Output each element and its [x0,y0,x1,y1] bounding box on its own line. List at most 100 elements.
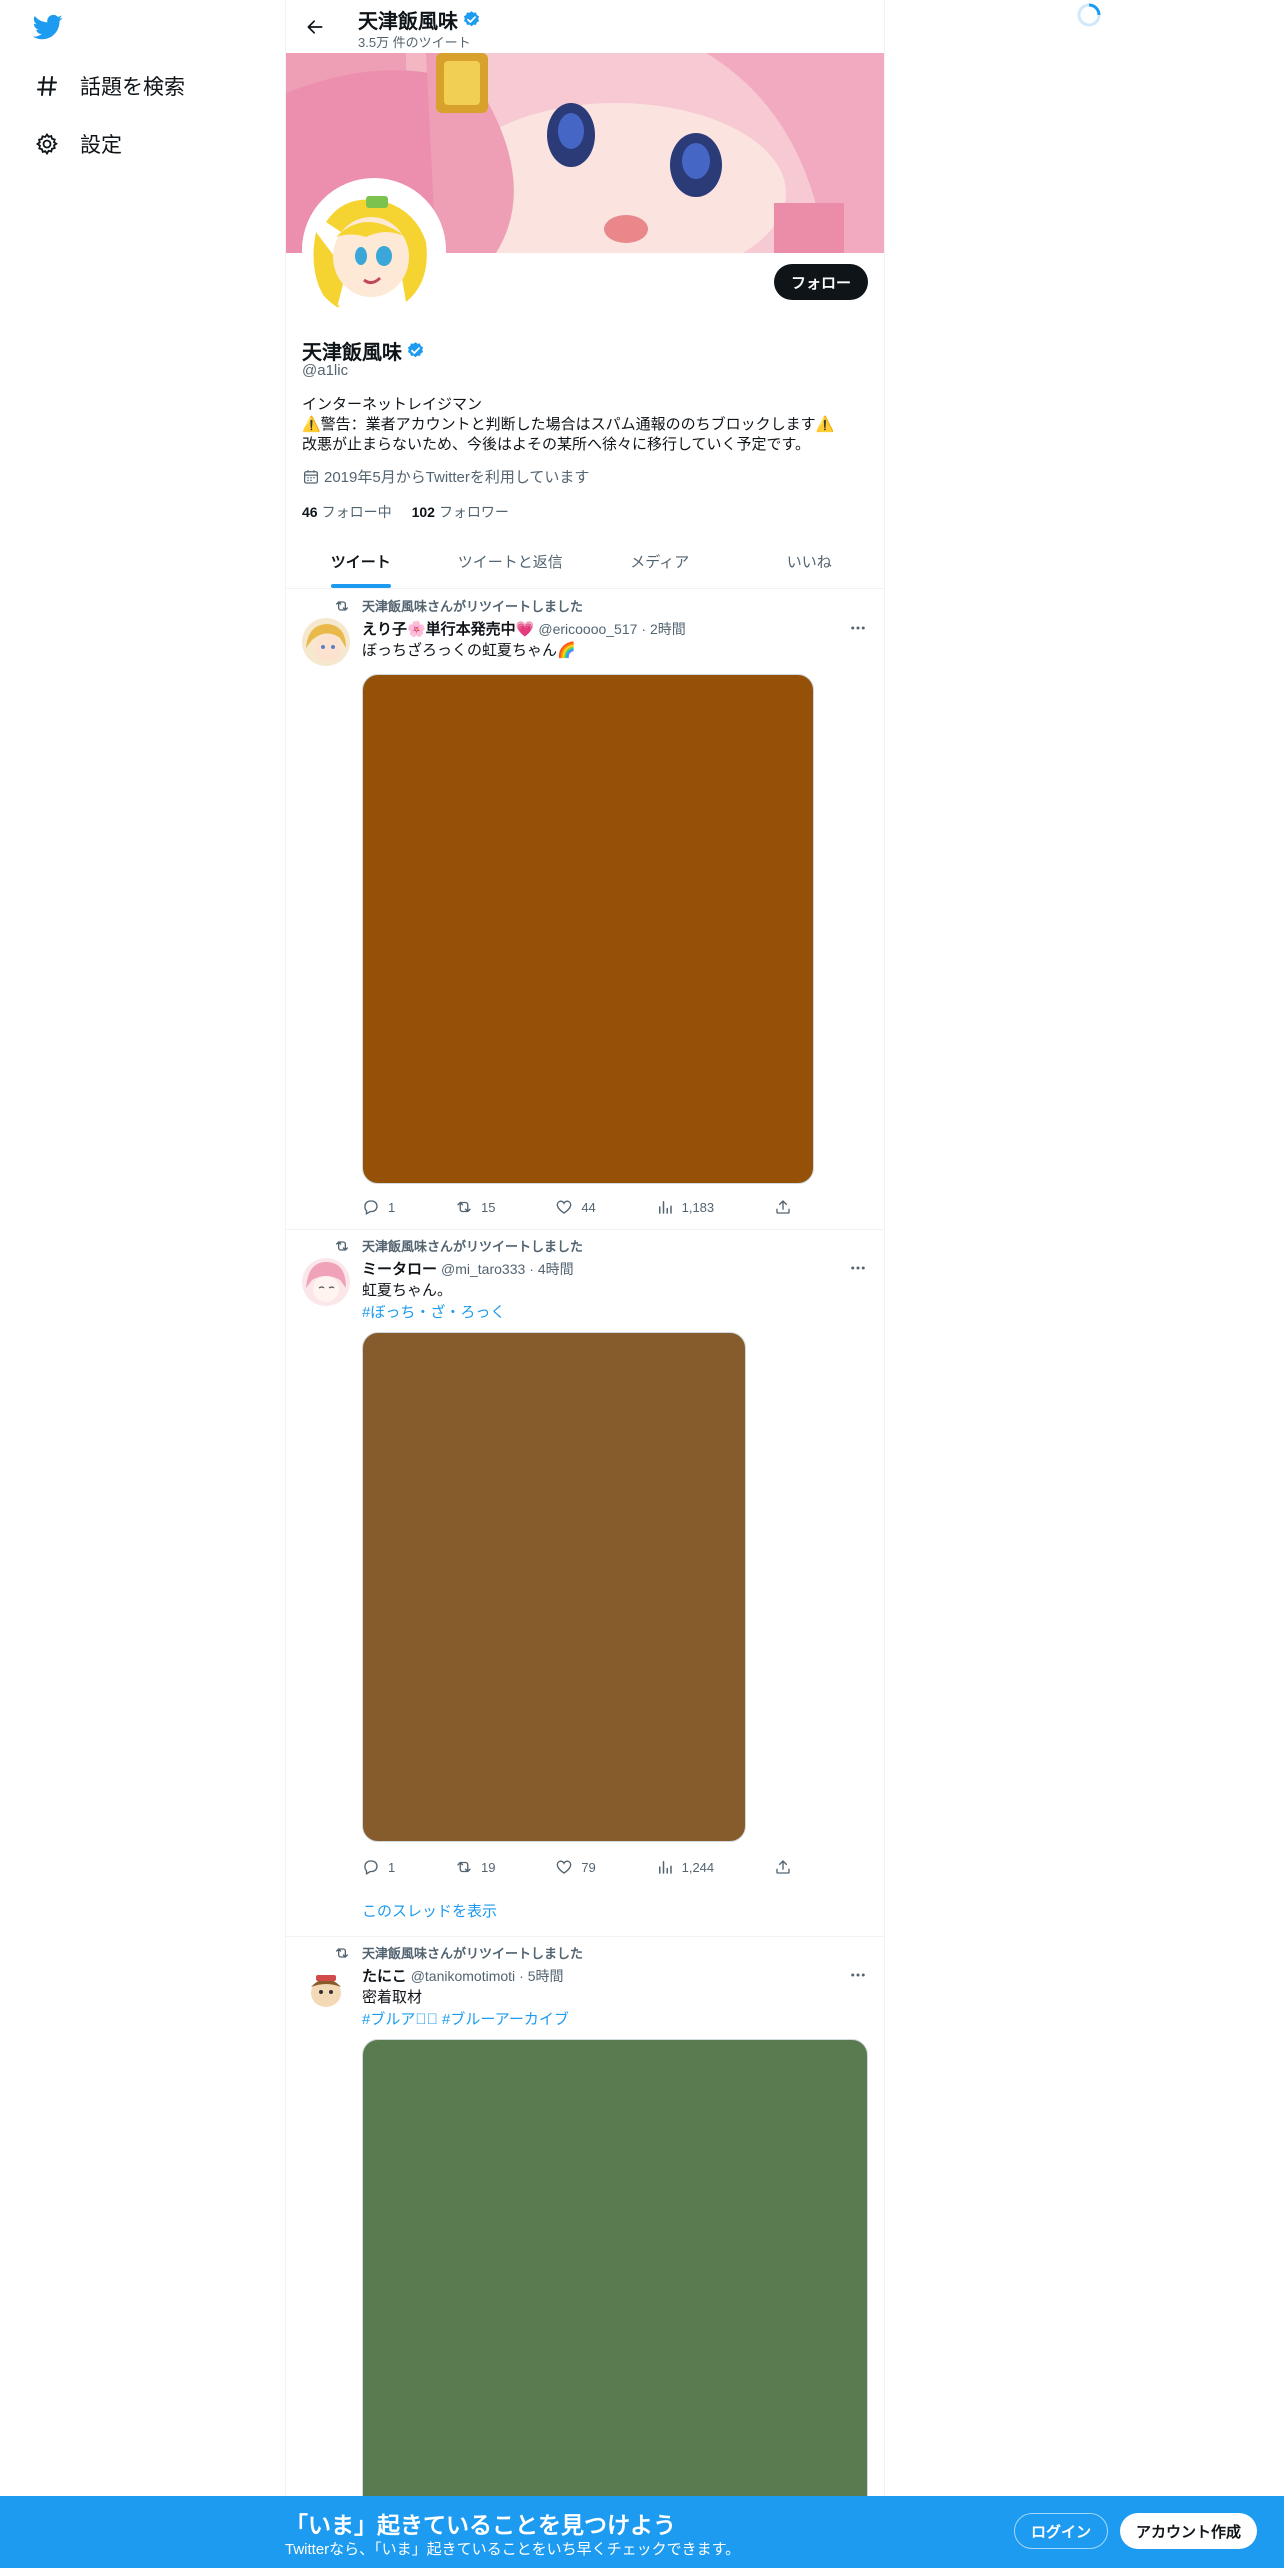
tweet-author-name[interactable]: ミータロー [362,1258,437,1279]
tweet-media[interactable] [362,2039,868,2519]
tweet-time[interactable]: · 4時間 [529,1259,573,1279]
tweet-actions: 1 19 79 1,244 [362,1858,792,1876]
heart-icon [556,1200,572,1214]
more-dots-icon [851,1973,865,1977]
tweet-time[interactable]: · 2時間 [641,619,685,639]
tweet-hashtag-link[interactable]: #ぼっち・ざ・ろっく [362,1301,505,1322]
profile-joined-date: 2019年5月からTwitterを利用しています [302,466,589,487]
tab-media[interactable]: メディア [585,535,735,588]
retweet-button[interactable]: 15 [455,1198,496,1216]
back-button[interactable] [298,10,332,44]
tweet-text: ぼっちざろっくの虹夏ちゃん🌈 [362,642,576,659]
verified-badge-icon [463,11,480,27]
sidebar-item-explore[interactable]: 話題を検索 [34,66,185,106]
profile-name: 天津飯風味 [302,336,425,365]
profile-handle: @a1lic [302,362,349,379]
tweet-author-handle[interactable]: @mi_taro333 [441,1261,525,1277]
retweet-icon [457,1861,471,1873]
more-dots-icon [851,626,865,630]
share-icon [776,1860,790,1874]
sidebar-item-label: 話題を検索 [80,76,185,99]
twitter-bird-icon[interactable] [31,12,65,42]
reply-icon [364,1200,378,1215]
reply-button[interactable]: 1 [362,1858,395,1876]
tweet[interactable]: 天津飯風味さんがリツイートしました えり子🌸単行本発売中💗 @ericoooo_… [286,590,884,1230]
tweet-header: えり子🌸単行本発売中💗 @ericoooo_517 · 2時間 [362,618,686,639]
retweet-context: 天津飯風味さんがリツイートしました [334,1236,583,1255]
avatar-image [302,1965,350,2013]
tab-tweets[interactable]: ツイート [286,535,436,588]
followers-link[interactable]: 102 フォロワー [412,502,509,522]
views-button[interactable]: 1,183 [656,1198,714,1216]
tweet-text: 密着取材 [362,1989,423,2006]
tweet-author-name[interactable]: たにこ [362,1965,407,1986]
reply-icon [364,1860,378,1875]
calendar-icon [303,469,319,484]
retweet-icon [336,1240,348,1251]
arrow-left-icon [307,20,323,34]
following-link[interactable]: 46 フォロー中 [302,502,392,522]
share-button[interactable] [774,1858,792,1876]
avatar[interactable] [302,618,350,666]
tweet-author-handle[interactable]: @tanikomotimoti [411,1968,515,1984]
tab-tweets-and-replies[interactable]: ツイートと返信 [436,535,586,588]
more-options-button[interactable] [848,1965,868,1985]
header-tweet-count: 3.5万 件のツイート [358,35,471,50]
avatar-image [302,1258,350,1306]
avatar-image [302,618,350,666]
tweet-actions: 1 15 44 1,183 [362,1198,792,1216]
signup-button[interactable]: アカウント作成 [1120,2513,1258,2549]
tweet-hashtag-link[interactable]: #ブルアカ🏻 #ブルーアーカイブ [362,2008,569,2029]
share-icon [776,1200,790,1214]
signup-banner: 「いま」起きていることを見つけよう Twitterなら、「いま」起きていることを… [0,2496,1284,2568]
bio-line: インターネットレイジマン [302,396,483,413]
views-button[interactable]: 1,244 [656,1858,714,1876]
like-button[interactable]: 79 [555,1858,596,1876]
login-button[interactable]: ログイン [1014,2513,1109,2549]
share-button[interactable] [774,1198,792,1216]
more-options-button[interactable] [848,618,868,638]
avatar[interactable] [302,1258,350,1306]
tweet-author-name[interactable]: えり子🌸単行本発売中💗 [362,618,534,639]
hashtag-icon [34,73,60,99]
tweet-time[interactable]: · 5時間 [519,1966,563,1986]
avatar[interactable] [302,1965,350,2013]
tweet[interactable]: 天津飯風味さんがリツイートしました ミータロー @mi_taro333 · 4時… [286,1230,884,1937]
sidebar: 話題を検索 設定 [0,0,285,2568]
gear-icon [34,131,60,157]
bio-line: 改悪が止まらないため、今後はよその某所へ徐々に移行していく予定です。 [302,436,811,453]
profile-stats: 46 フォロー中 102 フォロワー [302,502,509,522]
main-column: 天津飯風味 3.5万 件のツイート フォロー 天津飯風味 @a1lic インター… [285,0,885,2568]
retweet-icon [336,600,348,611]
sidebar-item-settings[interactable]: 設定 [34,124,122,164]
tweet-header: ミータロー @mi_taro333 · 4時間 [362,1258,574,1279]
tweet[interactable]: 天津飯風味さんがリツイートしました たにこ @tanikomotimoti · … [286,1937,884,2519]
retweet-context: 天津飯風味さんがリツイートしました [334,596,583,615]
more-dots-icon [851,1266,865,1270]
analytics-icon [658,1861,672,1874]
sidebar-item-label: 設定 [80,134,122,157]
signup-banner-title: 「いま」起きていることを見つけよう [285,2512,676,2538]
follow-button[interactable]: フォロー [773,264,868,300]
profile-bio: インターネットレイジマン ⚠️警告：業者アカウントと判断した場合はスパム通報のの… [302,395,872,455]
reply-button[interactable]: 1 [362,1198,395,1216]
header-name: 天津飯風味 [358,5,481,34]
retweet-button[interactable]: 19 [455,1858,496,1876]
show-thread-link[interactable]: このスレッドを表示 [362,1900,497,1921]
tab-likes[interactable]: いいね [735,535,885,588]
retweet-context: 天津飯風味さんがリツイートしました [334,1943,583,1962]
avatar-image [306,182,442,318]
tweet-author-handle[interactable]: @ericoooo_517 [538,621,637,637]
like-button[interactable]: 44 [555,1198,596,1216]
tweet-text: 虹夏ちゃん。 [362,1282,453,1299]
analytics-icon [658,1201,672,1214]
tweet-media[interactable] [362,1332,746,1842]
tweet-media[interactable] [362,674,814,1184]
loading-spinner-icon [1076,2,1102,28]
bio-line: ⚠️警告：業者アカウントと判断した場合はスパム通報ののちブロックします⚠️ [302,416,835,433]
profile-tabs: ツイート ツイートと返信 メディア いいね [286,535,884,589]
avatar[interactable] [306,182,442,318]
more-options-button[interactable] [848,1258,868,1278]
signup-banner-subtitle: Twitterなら、「いま」起きていることをいち早くチェックできます。 [285,2541,741,2558]
retweet-icon [336,1947,348,1958]
